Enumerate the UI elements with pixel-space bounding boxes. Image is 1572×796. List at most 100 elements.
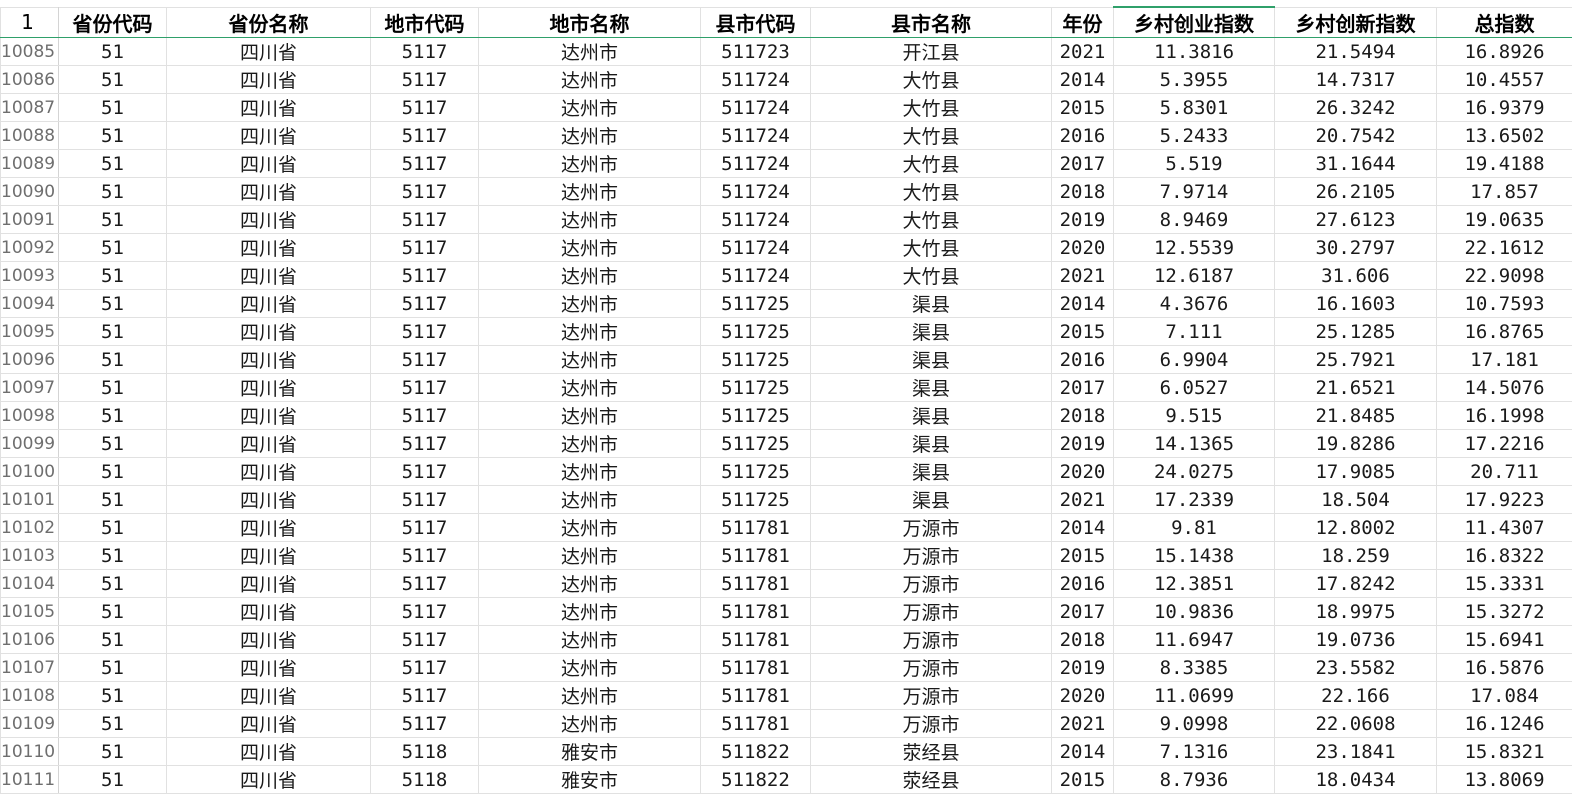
row-number-cell[interactable]: 10097 [0, 373, 59, 402]
table-cell[interactable]: 51 [58, 541, 167, 570]
table-cell[interactable]: 51 [58, 401, 167, 430]
table-cell[interactable]: 511724 [700, 233, 811, 262]
table-cell[interactable]: 51 [58, 205, 167, 234]
row-number-cell[interactable]: 10100 [0, 457, 59, 486]
table-cell[interactable]: 511725 [700, 401, 811, 430]
table-cell[interactable]: 渠县 [810, 429, 1052, 458]
table-cell[interactable]: 2014 [1051, 737, 1114, 766]
table-cell[interactable]: 2021 [1051, 485, 1114, 514]
table-cell[interactable]: 四川省 [166, 625, 371, 654]
row-number-cell[interactable]: 10090 [0, 177, 59, 206]
table-cell[interactable]: 5117 [370, 177, 479, 206]
column-header-cell[interactable]: 县市代码 [700, 6, 811, 38]
row-number-cell[interactable]: 10109 [0, 709, 59, 738]
table-cell[interactable]: 达州市 [478, 261, 701, 290]
table-cell[interactable]: 511781 [700, 541, 811, 570]
table-cell[interactable]: 5117 [370, 513, 479, 542]
table-cell[interactable]: 达州市 [478, 233, 701, 262]
table-cell[interactable]: 21.6521 [1274, 373, 1437, 402]
table-cell[interactable]: 雅安市 [478, 737, 701, 766]
table-cell[interactable]: 大竹县 [810, 65, 1052, 94]
table-cell[interactable]: 四川省 [166, 765, 371, 794]
table-cell[interactable]: 渠县 [810, 289, 1052, 318]
column-header-cell[interactable]: 地市代码 [370, 6, 479, 38]
table-cell[interactable]: 511724 [700, 121, 811, 150]
table-cell[interactable]: 51 [58, 681, 167, 710]
table-cell[interactable]: 四川省 [166, 345, 371, 374]
table-cell[interactable]: 27.6123 [1274, 205, 1437, 234]
row-number-cell[interactable]: 1 [0, 6, 59, 38]
table-cell[interactable]: 5117 [370, 457, 479, 486]
table-cell[interactable]: 达州市 [478, 345, 701, 374]
table-cell[interactable]: 5.3955 [1113, 65, 1275, 94]
column-header-cell[interactable]: 县市名称 [810, 6, 1052, 38]
table-cell[interactable]: 12.6187 [1113, 261, 1275, 290]
table-cell[interactable]: 四川省 [166, 289, 371, 318]
table-cell[interactable]: 511781 [700, 681, 811, 710]
table-cell[interactable]: 511725 [700, 373, 811, 402]
table-cell[interactable]: 四川省 [166, 429, 371, 458]
table-cell[interactable]: 四川省 [166, 681, 371, 710]
table-cell[interactable]: 四川省 [166, 737, 371, 766]
table-cell[interactable]: 荥经县 [810, 765, 1052, 794]
table-cell[interactable]: 5117 [370, 681, 479, 710]
row-number-cell[interactable]: 10086 [0, 65, 59, 94]
table-cell[interactable]: 51 [58, 177, 167, 206]
table-cell[interactable]: 51 [58, 65, 167, 94]
table-cell[interactable]: 22.166 [1274, 681, 1437, 710]
table-cell[interactable]: 5117 [370, 597, 479, 626]
table-cell[interactable]: 511781 [700, 709, 811, 738]
row-number-cell[interactable]: 10094 [0, 289, 59, 318]
row-number-cell[interactable]: 10085 [0, 37, 59, 66]
table-cell[interactable]: 511724 [700, 93, 811, 122]
table-cell[interactable]: 5117 [370, 289, 479, 318]
table-cell[interactable]: 达州市 [478, 401, 701, 430]
table-cell[interactable]: 511723 [700, 37, 811, 66]
table-cell[interactable]: 7.9714 [1113, 177, 1275, 206]
table-cell[interactable]: 51 [58, 233, 167, 262]
table-cell[interactable]: 15.1438 [1113, 541, 1275, 570]
table-cell[interactable]: 17.9223 [1436, 485, 1572, 514]
table-cell[interactable]: 2017 [1051, 373, 1114, 402]
table-cell[interactable]: 达州市 [478, 681, 701, 710]
row-number-cell[interactable]: 10106 [0, 625, 59, 654]
table-cell[interactable]: 18.0434 [1274, 765, 1437, 794]
table-cell[interactable]: 23.5582 [1274, 653, 1437, 682]
table-cell[interactable]: 万源市 [810, 709, 1052, 738]
table-cell[interactable]: 2014 [1051, 289, 1114, 318]
table-cell[interactable]: 16.1603 [1274, 289, 1437, 318]
row-number-cell[interactable]: 10087 [0, 93, 59, 122]
table-cell[interactable]: 18.504 [1274, 485, 1437, 514]
table-cell[interactable]: 达州市 [478, 93, 701, 122]
table-cell[interactable]: 26.3242 [1274, 93, 1437, 122]
table-cell[interactable]: 5117 [370, 429, 479, 458]
table-cell[interactable]: 2014 [1051, 513, 1114, 542]
table-cell[interactable]: 5117 [370, 317, 479, 346]
table-cell[interactable]: 6.9904 [1113, 345, 1275, 374]
table-cell[interactable]: 511725 [700, 345, 811, 374]
table-cell[interactable]: 四川省 [166, 121, 371, 150]
table-cell[interactable]: 511725 [700, 457, 811, 486]
table-cell[interactable]: 5117 [370, 121, 479, 150]
table-cell[interactable]: 达州市 [478, 429, 701, 458]
table-cell[interactable]: 雅安市 [478, 765, 701, 794]
table-cell[interactable]: 四川省 [166, 233, 371, 262]
table-cell[interactable]: 25.7921 [1274, 345, 1437, 374]
table-cell[interactable]: 24.0275 [1113, 457, 1275, 486]
table-cell[interactable]: 26.2105 [1274, 177, 1437, 206]
table-cell[interactable]: 15.3331 [1436, 569, 1572, 598]
table-cell[interactable]: 25.1285 [1274, 317, 1437, 346]
table-cell[interactable]: 511724 [700, 149, 811, 178]
row-number-cell[interactable]: 10093 [0, 261, 59, 290]
table-cell[interactable]: 17.2216 [1436, 429, 1572, 458]
table-cell[interactable]: 四川省 [166, 709, 371, 738]
table-cell[interactable]: 达州市 [478, 485, 701, 514]
table-cell[interactable]: 2015 [1051, 765, 1114, 794]
table-cell[interactable]: 10.7593 [1436, 289, 1572, 318]
table-cell[interactable]: 达州市 [478, 653, 701, 682]
table-cell[interactable]: 5.519 [1113, 149, 1275, 178]
table-cell[interactable]: 2021 [1051, 261, 1114, 290]
table-cell[interactable]: 51 [58, 373, 167, 402]
table-cell[interactable]: 万源市 [810, 569, 1052, 598]
table-cell[interactable]: 2018 [1051, 625, 1114, 654]
